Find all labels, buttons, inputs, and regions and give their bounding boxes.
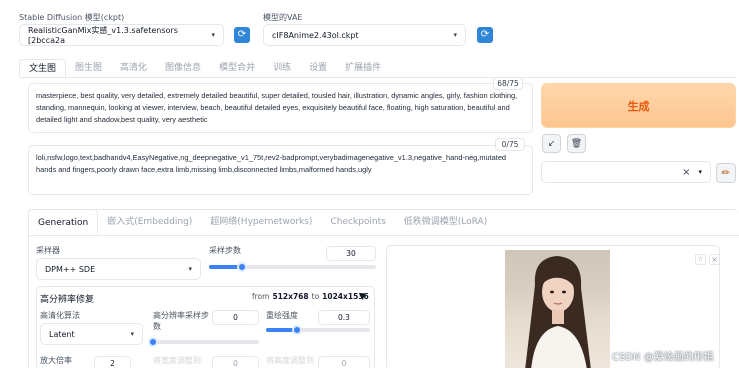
- tab-generation[interactable]: Generation: [28, 209, 99, 235]
- clear-icon[interactable]: ×: [682, 167, 690, 178]
- denoising-input[interactable]: 0.3: [318, 310, 370, 325]
- watermark: CSDN @爱绘画的彤姐: [612, 352, 714, 363]
- sampler-value: DPM++ SDE: [45, 264, 96, 274]
- pencil-icon: ✏: [721, 167, 731, 179]
- paste-params-button[interactable]: ↙: [542, 134, 561, 153]
- upscaler-select[interactable]: Latent ▾: [40, 323, 143, 345]
- sub-tabs-divider: [28, 235, 739, 236]
- sampling-steps-label: 采样步数: [209, 246, 241, 255]
- arrow-icon: ↙: [547, 138, 556, 149]
- trash-icon: 🗑: [570, 138, 583, 149]
- tab-txt2img[interactable]: 文生图: [19, 59, 67, 77]
- sub-tabs: Generation 嵌入式(Embedding) 超网络(Hypernetwo…: [28, 209, 496, 235]
- upscale-by-label: 放大倍率: [40, 356, 72, 365]
- to-text: to: [311, 292, 320, 301]
- portrait-illustration: [525, 256, 591, 368]
- from-resolution: 512x768: [272, 292, 309, 301]
- hires-resolution-info: from 512x768 to 1024x1536: [252, 292, 369, 301]
- negative-token-counter: 0/75: [495, 138, 525, 151]
- tab-png-info[interactable]: 图像信息: [156, 59, 210, 77]
- refresh-icon: ⟳: [234, 27, 250, 43]
- tab-train[interactable]: 训练: [264, 59, 300, 77]
- upscale-by-input[interactable]: 2: [94, 356, 131, 368]
- checkpoint-label: Stable Diffusion 模型(ckpt): [19, 13, 125, 22]
- hires-steps-input[interactable]: 0: [212, 310, 259, 325]
- positive-token-counter: 68/75: [493, 77, 523, 90]
- hires-steps-slider[interactable]: [148, 337, 259, 347]
- resize-height-label: 将高度调整到: [266, 356, 314, 365]
- tab-extensions[interactable]: 扩展插件: [336, 59, 390, 77]
- styles-select[interactable]: × ▾: [541, 161, 711, 183]
- denoising-slider[interactable]: [266, 325, 370, 335]
- resize-height-input[interactable]: 0: [318, 356, 370, 368]
- vae-label: 模型的VAE: [263, 13, 303, 22]
- tab-img2img[interactable]: 图生图: [66, 59, 111, 77]
- from-text: from: [252, 292, 270, 301]
- tab-lora[interactable]: 低秩微调模型(LoRA): [395, 209, 496, 235]
- tab-extras[interactable]: 高清化: [111, 59, 156, 77]
- refresh-vae-button[interactable]: ⟳: [477, 27, 493, 43]
- chevron-down-icon: ▾: [130, 330, 134, 338]
- tab-hypernetworks[interactable]: 超网络(Hypernetworks): [201, 209, 321, 235]
- tab-settings[interactable]: 设置: [300, 59, 336, 77]
- tab-embedding[interactable]: 嵌入式(Embedding): [98, 209, 201, 235]
- collapse-toggle-icon[interactable]: ▼: [359, 292, 366, 302]
- denoising-label: 重绘强度: [266, 311, 298, 320]
- chevron-down-icon: ▾: [211, 31, 215, 39]
- sampler-label: 采样器: [36, 246, 60, 255]
- sampling-steps-slider[interactable]: [209, 262, 376, 272]
- negative-prompt[interactable]: loli,nsfw,logo,text,badhandv4,EasyNegati…: [28, 145, 533, 195]
- generated-image[interactable]: [505, 250, 610, 368]
- hires-steps-label: 高分辨率采样步数: [153, 311, 209, 331]
- vae-value: cIF8Anime2.43ol.ckpt: [272, 30, 359, 40]
- chevron-down-icon: ▾: [698, 168, 702, 176]
- tab-checkpoints[interactable]: Checkpoints: [321, 209, 394, 235]
- tabs-divider: [19, 77, 736, 78]
- checkpoint-select[interactable]: RealisticGanMix实感_v1.3.safetensors [2bcc…: [19, 24, 224, 46]
- sampler-select[interactable]: DPM++ SDE ▾: [36, 258, 201, 280]
- chevron-down-icon: ▾: [188, 265, 192, 273]
- refresh-checkpoint-button[interactable]: ⟳: [234, 27, 250, 43]
- upscaler-label: 高清化算法: [40, 311, 80, 320]
- refresh-icon: ⟳: [477, 27, 493, 43]
- slider-thumb[interactable]: [148, 337, 158, 347]
- edit-styles-button[interactable]: ✏: [716, 163, 736, 183]
- close-icon[interactable]: ×: [709, 254, 720, 265]
- generate-button[interactable]: 生成: [541, 83, 736, 128]
- upscaler-value: Latent: [49, 329, 75, 339]
- sampling-steps-input[interactable]: 30: [326, 246, 376, 261]
- tab-checkpoint-merger[interactable]: 模型合并: [210, 59, 264, 77]
- checkpoint-value: RealisticGanMix实感_v1.3.safetensors [2bcc…: [28, 26, 178, 45]
- clear-prompt-button[interactable]: 🗑: [567, 134, 586, 153]
- chevron-down-icon: ▾: [453, 31, 457, 39]
- star-icon[interactable]: ☆: [695, 254, 706, 265]
- main-tabs: 文生图 图生图 高清化 图像信息 模型合并 训练 设置 扩展插件: [19, 59, 390, 77]
- resize-width-label: 将宽度调整到: [153, 356, 201, 365]
- resize-width-input[interactable]: 0: [212, 356, 259, 368]
- hires-fix-title: 高分辨率修复: [40, 295, 95, 305]
- vae-select[interactable]: cIF8Anime2.43ol.ckpt ▾: [263, 24, 466, 46]
- positive-prompt[interactable]: masterpiece, best quality, very detailed…: [28, 83, 533, 133]
